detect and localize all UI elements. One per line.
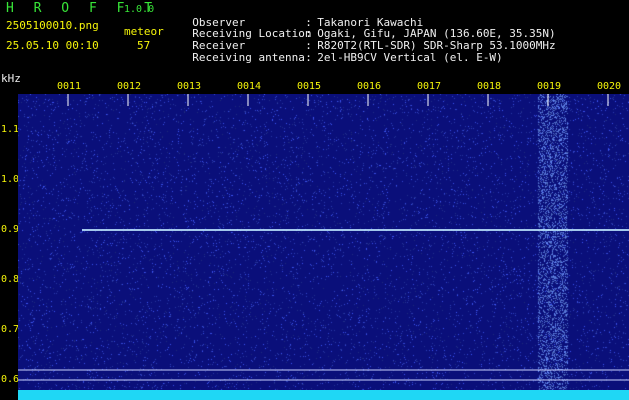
detect-count: 57 (137, 39, 151, 52)
info-antenna: Receiving antenna: 2el-HB9CV Vertical (el… (179, 40, 503, 64)
time-tick-label: 0013 (177, 81, 202, 92)
time-tick-label: 0019 (537, 81, 562, 92)
file-name: 2505100010.png (6, 19, 99, 32)
time-tick-label: 0020 (597, 81, 622, 92)
time-tick-label: 0018 (477, 81, 502, 92)
time-tick-label: 0016 (357, 81, 382, 92)
freq-tick-label: 0.6 (1, 374, 20, 385)
info-key: Receiving antenna (192, 51, 305, 64)
freq-tick-label: 0.7 (1, 324, 20, 335)
detect-label: meteor (124, 25, 164, 38)
time-tick-label: 0012 (117, 81, 142, 92)
time-tick-label: 0015 (297, 81, 322, 92)
spectrogram (18, 94, 629, 400)
freq-tick-label: 1.1 (1, 124, 20, 135)
freq-tick-label: 0.8 (1, 274, 20, 285)
khz-axis-label: kHz (1, 72, 21, 85)
time-tick-label: 0011 (57, 81, 82, 92)
time-tick-label: 0017 (417, 81, 442, 92)
info-sep: : (305, 51, 312, 64)
bottom-signal-band (18, 390, 629, 400)
time-gridlines (67, 94, 609, 106)
freq-tick-label: 0.9 (1, 224, 20, 235)
time-tick-label: 0014 (237, 81, 262, 92)
spectrogram-overlay (18, 94, 629, 400)
app-version: 1.0.0 (124, 4, 155, 15)
freq-tick-label: 1.0 (1, 174, 20, 185)
datetime: 25.05.10 00:10 (6, 39, 99, 52)
info-value: 2el-HB9CV Vertical (el. E-W) (317, 51, 503, 64)
